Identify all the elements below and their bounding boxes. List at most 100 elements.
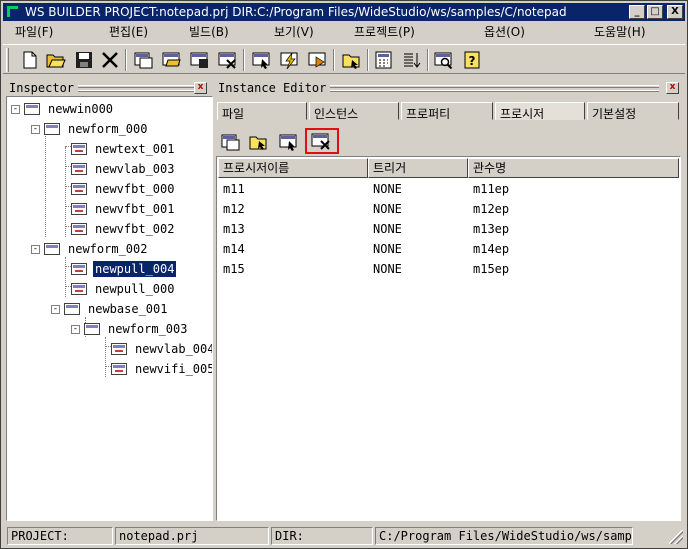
tree-node[interactable]: newpull_000: [71, 280, 176, 298]
svg-text:?: ?: [469, 54, 476, 68]
run-icon[interactable]: [307, 49, 329, 71]
toolbar-grip[interactable]: [6, 48, 9, 72]
menu-project[interactable]: 프로젝트(P): [354, 22, 415, 42]
tree-node[interactable]: newvlab_004: [111, 340, 212, 358]
procedure-name-cell: m14: [223, 242, 245, 256]
cut-icon[interactable]: [99, 49, 121, 71]
new-file-icon[interactable]: [19, 49, 41, 71]
tree-node-label[interactable]: newvlab_003: [93, 161, 176, 177]
window-title: WS BUILDER PROJECT:notepad.prj DIR:C:/Pr…: [25, 5, 567, 19]
tree-node[interactable]: newvfbt_002: [71, 220, 176, 238]
delete-procedure-icon[interactable]: [305, 128, 339, 154]
tree-node-label[interactable]: newvfbt_001: [93, 201, 176, 217]
open-window-icon[interactable]: [161, 49, 183, 71]
tree-node[interactable]: newvifi_005: [111, 360, 212, 378]
column-header[interactable]: 트리거: [368, 158, 468, 178]
widget-icon: [71, 163, 87, 175]
collapse-icon[interactable]: -: [11, 104, 20, 114]
tree-node-selected[interactable]: newpull_004: [71, 260, 177, 278]
menu-build[interactable]: 빌드(B): [189, 22, 229, 42]
tree-node[interactable]: - newbase_001: [51, 300, 169, 318]
form-icon: [44, 123, 60, 135]
calculator-icon[interactable]: [373, 49, 395, 71]
tree-node-label[interactable]: newform_000: [66, 121, 149, 137]
app-icon: [5, 4, 21, 20]
tree-node[interactable]: - newform_002: [31, 240, 149, 258]
tree-node[interactable]: newvlab_003: [71, 160, 176, 178]
tree-node-label[interactable]: newvfbt_002: [93, 221, 176, 237]
inspector-header: Inspector: [9, 80, 211, 96]
tree-node[interactable]: - newwin000: [11, 100, 115, 118]
form-icon: [44, 243, 60, 255]
menu-file[interactable]: 파일(F): [15, 22, 53, 42]
tree-node-label[interactable]: newform_002: [66, 241, 149, 257]
close-button[interactable]: X: [667, 5, 683, 19]
tab-default-settings[interactable]: 기본설정: [587, 102, 679, 120]
tab-property[interactable]: 프로퍼티: [401, 102, 493, 120]
tree-node[interactable]: newtext_001: [71, 140, 176, 158]
edit-procedure-icon[interactable]: [277, 130, 301, 154]
save-icon[interactable]: [73, 49, 95, 71]
inspect-window-icon[interactable]: [433, 49, 455, 71]
widget-icon: [71, 183, 87, 195]
status-project-label: PROJECT:: [7, 527, 113, 545]
column-header[interactable]: 프로시저이름: [218, 158, 368, 178]
resize-grip[interactable]: [669, 530, 683, 544]
new-procedure-icon[interactable]: [219, 130, 243, 154]
save-window-icon[interactable]: [189, 49, 211, 71]
inspector-title: Inspector: [9, 81, 79, 95]
trigger-cell: NONE: [373, 222, 402, 236]
tree-node-label[interactable]: newwin000: [46, 101, 115, 117]
delete-window-icon[interactable]: [217, 49, 239, 71]
collapse-icon[interactable]: -: [31, 244, 40, 254]
tree-node-label[interactable]: newpull_004: [93, 261, 177, 277]
tree-node-label[interactable]: newvifi_005: [133, 361, 212, 377]
widget-icon: [71, 283, 87, 295]
maximize-button[interactable]: □: [647, 5, 663, 19]
menu-options[interactable]: 옵션(O): [484, 22, 525, 42]
tree-node-label[interactable]: newtext_001: [93, 141, 176, 157]
widget-icon: [71, 143, 87, 155]
menu-help[interactable]: 도움말(H): [594, 22, 646, 42]
widget-icon: [71, 223, 87, 235]
open-folder-icon[interactable]: [45, 49, 67, 71]
trigger-cell: NONE: [373, 182, 402, 196]
function-name-cell: m15ep: [473, 262, 510, 276]
procedure-name-cell: m11: [223, 182, 245, 196]
tab-instance[interactable]: 인스턴스: [309, 102, 399, 120]
new-window-icon[interactable]: [133, 49, 155, 71]
tree-node[interactable]: newvfbt_000: [71, 180, 176, 198]
project-folder-icon[interactable]: [341, 49, 363, 71]
column-header[interactable]: 관수명: [468, 158, 679, 178]
main-toolbar: ?: [3, 44, 685, 74]
collapse-icon[interactable]: -: [31, 124, 40, 134]
tree-node[interactable]: newvfbt_001: [71, 200, 176, 218]
tree-node-label[interactable]: newvfbt_000: [93, 181, 176, 197]
collapse-icon[interactable]: -: [51, 304, 60, 314]
widget-icon: [71, 203, 87, 215]
table-header: 프로시저이름 트리거 관수명: [218, 158, 679, 178]
title-bar[interactable]: WS BUILDER PROJECT:notepad.prj DIR:C:/Pr…: [3, 3, 685, 21]
inspector-tree[interactable]: - newwin000 - newform_000 newtext_001 ne…: [7, 97, 212, 520]
menu-edit[interactable]: 편집(E): [109, 22, 148, 42]
help-icon[interactable]: ?: [461, 49, 483, 71]
tree-node[interactable]: - newform_003: [71, 320, 189, 338]
collapse-icon[interactable]: -: [71, 324, 80, 334]
menu-view[interactable]: 보기(V): [274, 22, 314, 42]
tree-node-label[interactable]: newbase_001: [86, 301, 169, 317]
tree-node[interactable]: - newform_000: [31, 120, 149, 138]
tree-node-label[interactable]: newvlab_004: [133, 341, 212, 357]
tab-file[interactable]: 파일: [217, 102, 307, 120]
inspector-close-icon[interactable]: x: [194, 82, 207, 94]
list-sort-icon[interactable]: [401, 49, 423, 71]
tree-node-label[interactable]: newpull_000: [93, 281, 176, 297]
window-icon: [24, 103, 40, 115]
tab-procedure[interactable]: 프로시저: [495, 102, 585, 120]
editor-close-icon[interactable]: x: [666, 82, 679, 94]
tree-node-label[interactable]: newform_003: [106, 321, 189, 337]
status-dir-label: DIR:: [271, 527, 373, 545]
select-window-icon[interactable]: [251, 49, 273, 71]
open-procedure-icon[interactable]: [247, 130, 271, 154]
build-lightning-icon[interactable]: [279, 49, 301, 71]
minimize-button[interactable]: _: [629, 5, 645, 19]
